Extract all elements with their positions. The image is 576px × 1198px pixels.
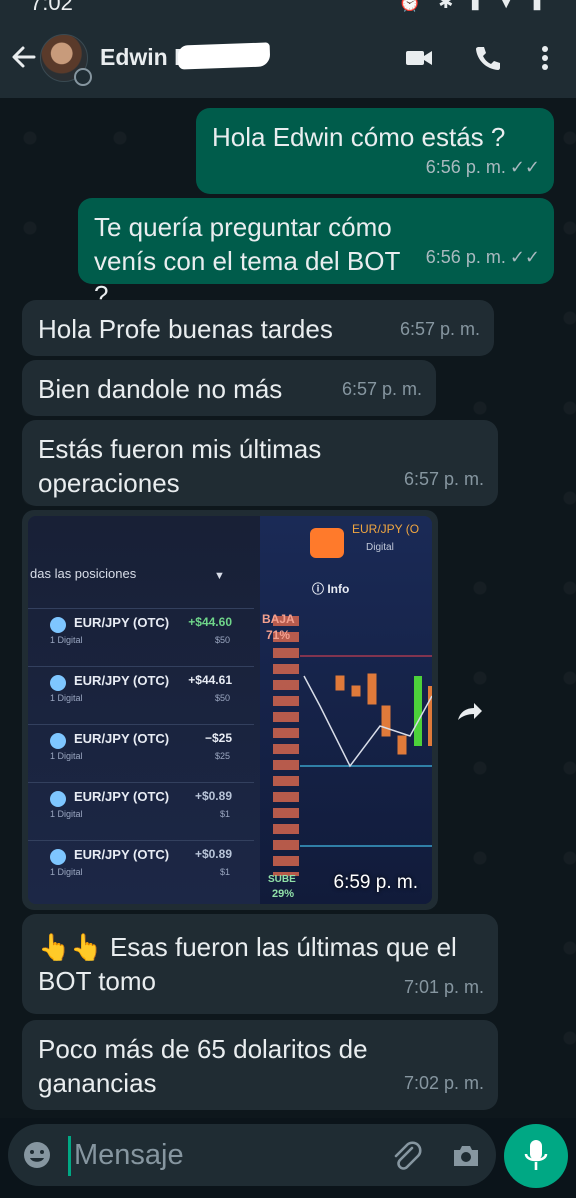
position-pair: EUR/JPY (OTC) [74,789,170,804]
asset-icon [50,791,66,807]
message-incoming[interactable]: Estás fueron mis últimas operaciones 6:5… [22,420,498,506]
baja-percent: 71% [266,628,291,642]
video-call-icon[interactable] [404,44,434,72]
message-time: 7:02 p. m. [403,1073,484,1093]
more-options-icon[interactable] [530,44,560,72]
read-ticks-icon: ✓✓ [509,247,540,267]
position-row: EUR/JPY (OTC) 1 Digital +$44.61 $50 [28,666,254,722]
position-amount: $1 [219,867,230,877]
message-text: Poco más de 65 dolaritos de ganancias [38,1034,368,1098]
chart-pair-sub: Digital [366,542,394,553]
asset-icon [50,675,66,691]
message-time: 6:57 p. m. [399,319,480,339]
trading-screenshot-photo[interactable]: das las posiciones ▼ EUR/JPY (OTC) 1 Dig… [28,516,432,904]
message-incoming[interactable]: Hola Profe buenas tardes 6:57 p. m. [22,300,494,356]
message-incoming[interactable]: Poco más de 65 dolaritos de ganancias 7:… [22,1020,498,1110]
message-outgoing[interactable]: Te quería preguntar cómo venís con el te… [78,198,554,310]
position-row: EUR/JPY (OTC) 1 Digital −$25 $25 [28,724,254,780]
baja-label: BAJA [262,612,295,626]
asset-icon [50,733,66,749]
position-profit: +$44.61 [188,673,232,687]
position-sub: 1 Digital [50,635,83,645]
message-composer [8,1124,496,1186]
position-amount: $1 [219,809,230,819]
position-pair: EUR/JPY (OTC) [74,615,170,630]
message-incoming[interactable]: 👆👆 Esas fueron las últimas que el BOT to… [22,914,498,1014]
chart-pair-title: EUR/JPY (O [352,522,420,536]
position-pair: EUR/JPY (OTC) [74,673,170,688]
position-profit: +$0.89 [194,847,232,861]
position-pair: EUR/JPY (OTC) [74,847,170,862]
read-ticks-icon: ✓✓ [509,157,540,177]
message-time: 6:57 p. m. [341,379,422,399]
emoji-icon[interactable] [22,1140,52,1170]
status-time: 7:02 [30,0,73,15]
message-text: Te quería preguntar cómo venís con el te… [94,212,400,310]
sube-label: SUBE [268,874,296,885]
message-text: Hola Edwin cómo estás ? [212,122,506,152]
position-profit: +$44.60 [188,615,232,629]
position-pair: EUR/JPY (OTC) [74,731,170,746]
phone-call-icon[interactable] [472,44,502,72]
status-icons: ⏰ ✱ ▮ ▼ ▮ [398,0,548,12]
positions-panel: das las posiciones ▼ EUR/JPY (OTC) 1 Dig… [28,516,260,904]
otc-logo [310,528,344,558]
positions-title: das las posiciones [30,566,137,581]
position-sub: 1 Digital [50,693,83,703]
chat-area[interactable]: Hola Edwin cómo estás ? 6:56 p. m. ✓✓ Te … [0,98,576,1118]
message-text: Estás fueron mis últimas operaciones [38,434,322,498]
asset-icon [50,617,66,633]
asset-icon [50,849,66,865]
message-outgoing[interactable]: Hola Edwin cómo estás ? 6:56 p. m. ✓✓ [196,108,554,194]
status-bar: 7:02 ⏰ ✱ ▮ ▼ ▮ [0,0,576,16]
chat-header: Edwin Ed [0,16,576,98]
message-time: 6:56 p. m. ✓✓ [425,247,540,267]
dropdown-icon: ▼ [214,570,225,582]
position-amount: $50 [214,693,230,703]
chart-panel: EUR/JPY (O Digital ⓘ Info BAJA 71% SUBE … [260,516,432,904]
mic-button[interactable] [504,1124,568,1188]
position-row: EUR/JPY (OTC) 1 Digital +$0.89 $1 [28,840,254,896]
status-badge [74,68,92,86]
redaction-scribble [177,42,271,70]
message-time: 6:57 p. m. [403,469,484,489]
text-cursor [68,1136,71,1176]
message-incoming[interactable]: Bien dandole no más 6:57 p. m. [22,360,436,416]
mic-icon [524,1140,548,1170]
camera-icon[interactable] [450,1140,482,1172]
message-input[interactable] [74,1134,374,1176]
message-time: 6:59 p. m. [333,872,419,893]
image-message[interactable]: das las posiciones ▼ EUR/JPY (OTC) 1 Dig… [22,510,438,910]
position-sub: 1 Digital [50,751,83,761]
message-time: 6:56 p. m. ✓✓ [425,157,540,177]
back-arrow-icon[interactable] [8,42,38,72]
position-row: EUR/JPY (OTC) 1 Digital +$0.89 $1 [28,782,254,838]
candlestick-chart [273,616,432,876]
sube-percent: 29% [272,888,295,900]
position-profit: −$25 [204,731,232,745]
forward-icon[interactable] [446,690,492,736]
position-amount: $25 [214,751,230,761]
position-row: EUR/JPY (OTC) 1 Digital +$44.60 $50 [28,608,254,664]
position-profit: +$0.89 [194,789,232,803]
info-chip: ⓘ Info [312,582,350,596]
position-sub: 1 Digital [50,809,83,819]
position-amount: $50 [214,635,230,645]
attach-icon[interactable] [390,1140,422,1172]
message-time: 7:01 p. m. [403,977,484,997]
position-sub: 1 Digital [50,867,83,877]
